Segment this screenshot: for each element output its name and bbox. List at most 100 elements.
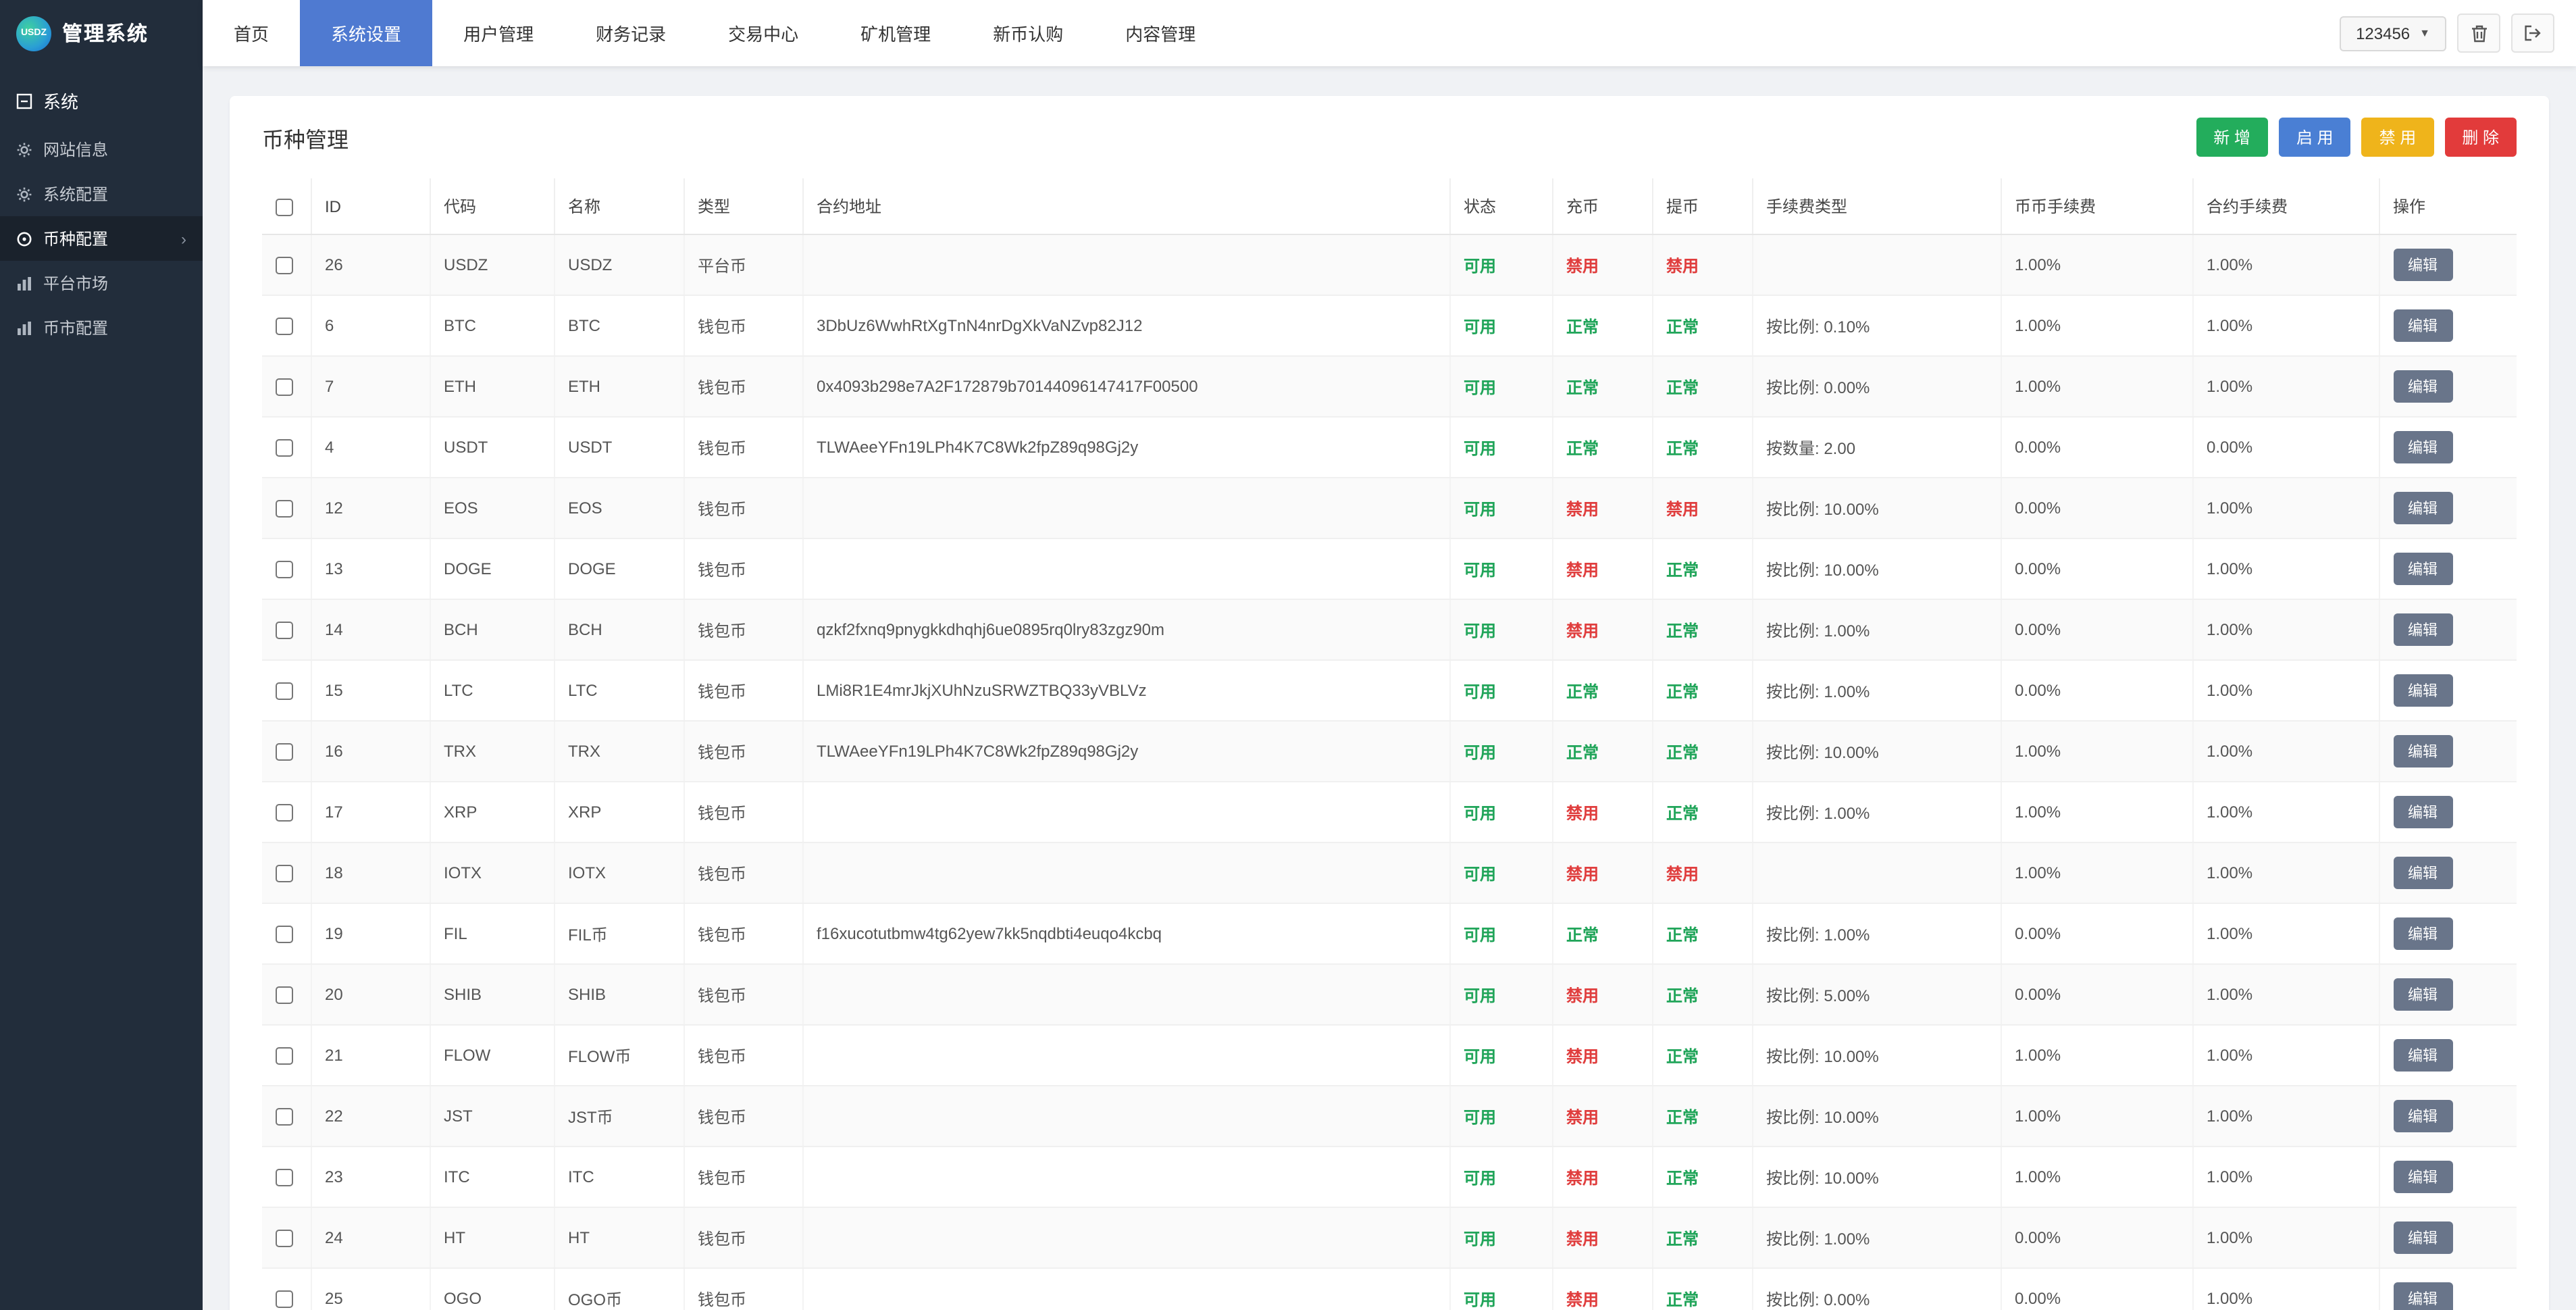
edit-button[interactable]: 编辑: [2393, 553, 2452, 585]
edit-button[interactable]: 编辑: [2393, 1039, 2452, 1072]
row-checkbox[interactable]: [276, 804, 293, 822]
select-all-checkbox[interactable]: [276, 198, 293, 216]
sidebar-item-coin-market-config[interactable]: 币市配置: [0, 305, 203, 350]
cell-code: BCH: [430, 599, 554, 660]
enable-button[interactable]: 启 用: [2279, 118, 2351, 157]
edit-button[interactable]: 编辑: [2393, 1100, 2452, 1132]
cell-id: 24: [311, 1207, 430, 1268]
nav-tab-user-management[interactable]: 用户管理: [432, 0, 565, 66]
row-checkbox[interactable]: [276, 257, 293, 274]
nav-tab-trade-center[interactable]: 交易中心: [697, 0, 829, 66]
table-row: 4 USDT USDT 钱包币 TLWAeeYFn19LPh4K7C8Wk2fp…: [262, 417, 2517, 478]
grid-icon: [16, 93, 32, 109]
edit-button[interactable]: 编辑: [2393, 309, 2452, 342]
row-checkbox[interactable]: [276, 1290, 293, 1308]
cell-coin-fee: 0.00%: [2001, 964, 2192, 1025]
cell-contract-fee: 1.00%: [2192, 1147, 2379, 1207]
edit-button[interactable]: 编辑: [2393, 249, 2452, 281]
cell-type: 钱包币: [684, 478, 802, 538]
row-checkbox-cell: [262, 478, 311, 538]
nav-tab-miner-management[interactable]: 矿机管理: [829, 0, 962, 66]
trash-icon[interactable]: [2457, 14, 2500, 53]
cell-contract-address: [802, 1147, 1449, 1207]
chart-icon: [16, 320, 32, 336]
add-button[interactable]: 新 增: [2196, 118, 2268, 157]
cell-type: 钱包币: [684, 842, 802, 903]
row-checkbox[interactable]: [276, 1169, 293, 1186]
cell-status: 可用: [1449, 1268, 1552, 1310]
cell-id: 7: [311, 356, 430, 417]
cell-fee-type: [1752, 234, 2001, 295]
nav-tab-system-settings[interactable]: 系统设置: [300, 0, 432, 66]
cell-withdraw-status: 正常: [1652, 417, 1752, 478]
table-row: 21 FLOW FLOW币 钱包币 可用 禁用 正常 按比例: 10.00% 1…: [262, 1025, 2517, 1086]
row-checkbox[interactable]: [276, 622, 293, 639]
cell-coin-fee: 0.00%: [2001, 1207, 2192, 1268]
cell-coin-fee: 0.00%: [2001, 417, 2192, 478]
row-checkbox[interactable]: [276, 865, 293, 882]
table-row: 16 TRX TRX 钱包币 TLWAeeYFn19LPh4K7C8Wk2fpZ…: [262, 721, 2517, 782]
row-checkbox[interactable]: [276, 926, 293, 943]
edit-button[interactable]: 编辑: [2393, 370, 2452, 403]
cell-code: HT: [430, 1207, 554, 1268]
cell-deposit-status: 禁用: [1552, 234, 1652, 295]
disable-button[interactable]: 禁 用: [2362, 118, 2434, 157]
col-header-contract: 合约地址: [802, 178, 1449, 234]
row-checkbox[interactable]: [276, 1108, 293, 1126]
edit-button[interactable]: 编辑: [2393, 1221, 2452, 1254]
row-checkbox[interactable]: [276, 986, 293, 1004]
cell-id: 18: [311, 842, 430, 903]
delete-button[interactable]: 删 除: [2444, 118, 2517, 157]
sidebar-item-platform-market[interactable]: 平台市场: [0, 261, 203, 305]
edit-button[interactable]: 编辑: [2393, 917, 2452, 950]
cell-name: EOS: [554, 478, 684, 538]
nav-tab-content-management[interactable]: 内容管理: [1094, 0, 1227, 66]
row-checkbox[interactable]: [276, 561, 293, 578]
row-checkbox[interactable]: [276, 439, 293, 457]
row-checkbox[interactable]: [276, 743, 293, 761]
row-checkbox[interactable]: [276, 378, 293, 396]
edit-button[interactable]: 编辑: [2393, 735, 2452, 767]
cell-actions: 编辑: [2379, 1086, 2517, 1147]
row-checkbox[interactable]: [276, 500, 293, 518]
cell-contract-fee: 1.00%: [2192, 721, 2379, 782]
nav-tab-finance-records[interactable]: 财务记录: [565, 0, 697, 66]
nav-tab-home[interactable]: 首页: [203, 0, 300, 66]
row-checkbox[interactable]: [276, 1230, 293, 1247]
cell-status: 可用: [1449, 478, 1552, 538]
row-checkbox[interactable]: [276, 682, 293, 700]
user-name: 123456: [2356, 24, 2410, 43]
sidebar-item-site-info[interactable]: 网站信息: [0, 127, 203, 172]
cell-coin-fee: 1.00%: [2001, 1025, 2192, 1086]
sidebar-item-coin-config[interactable]: 币种配置 ›: [0, 216, 203, 261]
sidebar-item-label: 系统配置: [43, 182, 108, 205]
cell-code: EOS: [430, 478, 554, 538]
edit-button[interactable]: 编辑: [2393, 1282, 2452, 1310]
edit-button[interactable]: 编辑: [2393, 796, 2452, 828]
sidebar-item-system-config[interactable]: 系统配置: [0, 172, 203, 216]
table-row: 17 XRP XRP 钱包币 可用 禁用 正常 按比例: 1.00% 1.00%…: [262, 782, 2517, 842]
cell-actions: 编辑: [2379, 356, 2517, 417]
edit-button[interactable]: 编辑: [2393, 978, 2452, 1011]
page-title: 币种管理: [262, 121, 349, 153]
table-row: 23 ITC ITC 钱包币 可用 禁用 正常 按比例: 10.00% 1.00…: [262, 1147, 2517, 1207]
nav-tab-new-coin-subscribe[interactable]: 新币认购: [962, 0, 1094, 66]
logout-icon[interactable]: [2511, 14, 2554, 53]
edit-button[interactable]: 编辑: [2393, 492, 2452, 524]
cell-actions: 编辑: [2379, 903, 2517, 964]
cell-type: 平台币: [684, 234, 802, 295]
cell-contract-fee: 1.00%: [2192, 599, 2379, 660]
cell-coin-fee: 1.00%: [2001, 234, 2192, 295]
edit-button[interactable]: 编辑: [2393, 857, 2452, 889]
row-checkbox[interactable]: [276, 318, 293, 335]
edit-button[interactable]: 编辑: [2393, 1161, 2452, 1193]
cell-contract-address: [802, 1268, 1449, 1310]
cell-contract-address: [802, 1025, 1449, 1086]
edit-button[interactable]: 编辑: [2393, 613, 2452, 646]
edit-button[interactable]: 编辑: [2393, 674, 2452, 707]
row-checkbox[interactable]: [276, 1047, 293, 1065]
cell-deposit-status: 禁用: [1552, 1025, 1652, 1086]
user-dropdown[interactable]: 123456 ▼: [2340, 16, 2446, 51]
main-content: 币种管理 新 增启 用禁 用删 除 ID: [203, 66, 2576, 1310]
edit-button[interactable]: 编辑: [2393, 431, 2452, 463]
